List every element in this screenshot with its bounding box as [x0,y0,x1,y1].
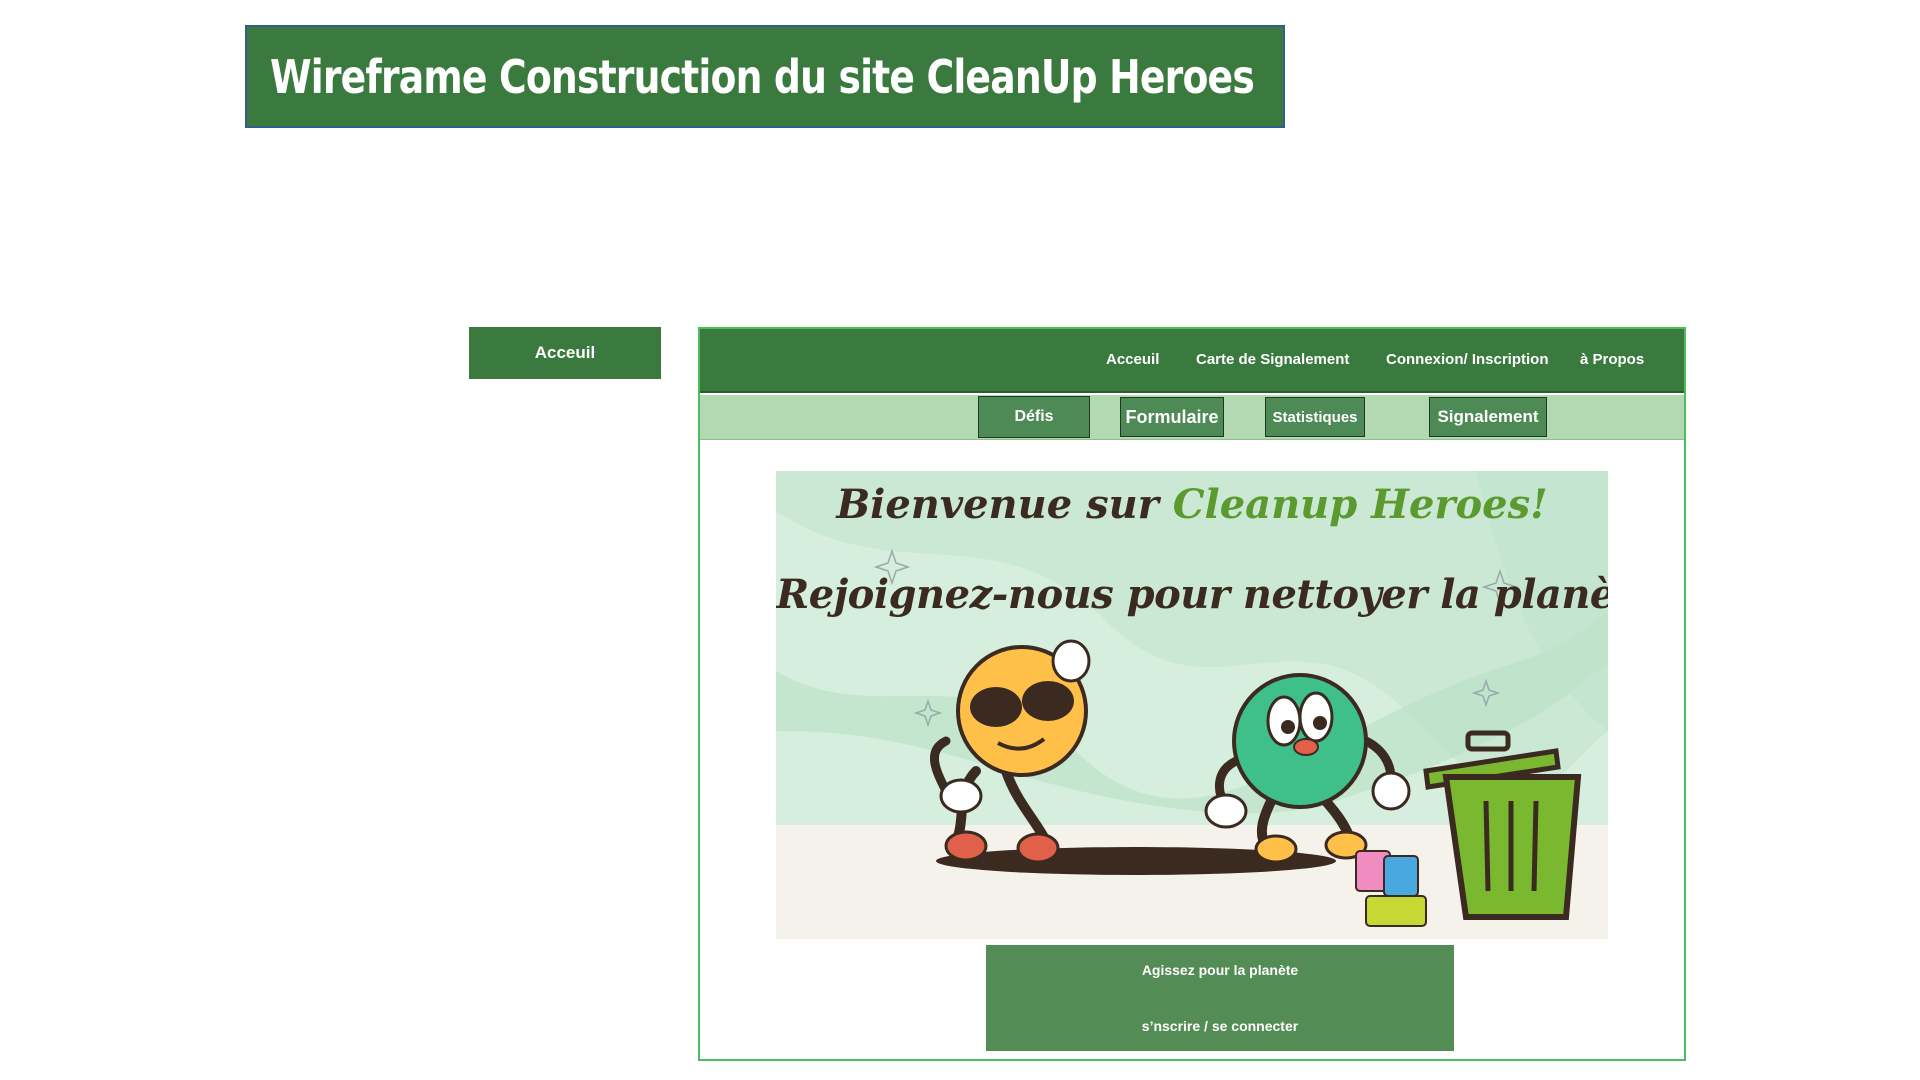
nav-item-a-propos[interactable]: à Propos [1580,351,1644,368]
secondary-navigation-bar: Défis Formulaire Statistiques Signalemen… [700,395,1684,440]
nav-item-connexion-inscription[interactable]: Connexion/ Inscription [1386,351,1549,368]
tab-formulaire[interactable]: Formulaire [1120,397,1224,437]
hero-illustration [776,471,1608,939]
cans-icon [1355,850,1427,927]
website-frame: Acceuil Carte de Signalement Connexion/ … [698,327,1686,1061]
hero-welcome-prefix: Bienvenue sur [836,481,1173,528]
hero-brand-name: Cleanup Heroes! [1172,481,1548,528]
tab-statistiques[interactable]: Statistiques [1265,397,1365,437]
page-label-acceuil: Acceuil [469,327,661,379]
hero-banner: Bienvenue sur Cleanup Heroes! Rejoignez-… [776,471,1608,939]
call-to-action-box: Agissez pour la planète s’nscrire / se c… [986,945,1454,1051]
tab-signalement[interactable]: Signalement [1429,397,1547,437]
nav-item-acceuil[interactable]: Acceuil [1106,351,1159,368]
top-navigation-bar: Acceuil Carte de Signalement Connexion/ … [700,329,1684,393]
title-banner: Wireframe Construction du site CleanUp H… [245,25,1285,128]
nav-item-carte-signalement[interactable]: Carte de Signalement [1196,351,1349,368]
hero-tagline: Rejoignez-nous pour nettoyer la planète, [776,571,1608,618]
page-title: Wireframe Construction du site CleanUp H… [269,49,1255,104]
cta-heading: Agissez pour la planète [1141,962,1299,978]
hero-welcome-heading: Bienvenue sur Cleanup Heroes! [776,481,1608,528]
tab-defis[interactable]: Défis [978,396,1090,438]
signup-login-link[interactable]: s’nscrire / se connecter [986,1018,1454,1034]
